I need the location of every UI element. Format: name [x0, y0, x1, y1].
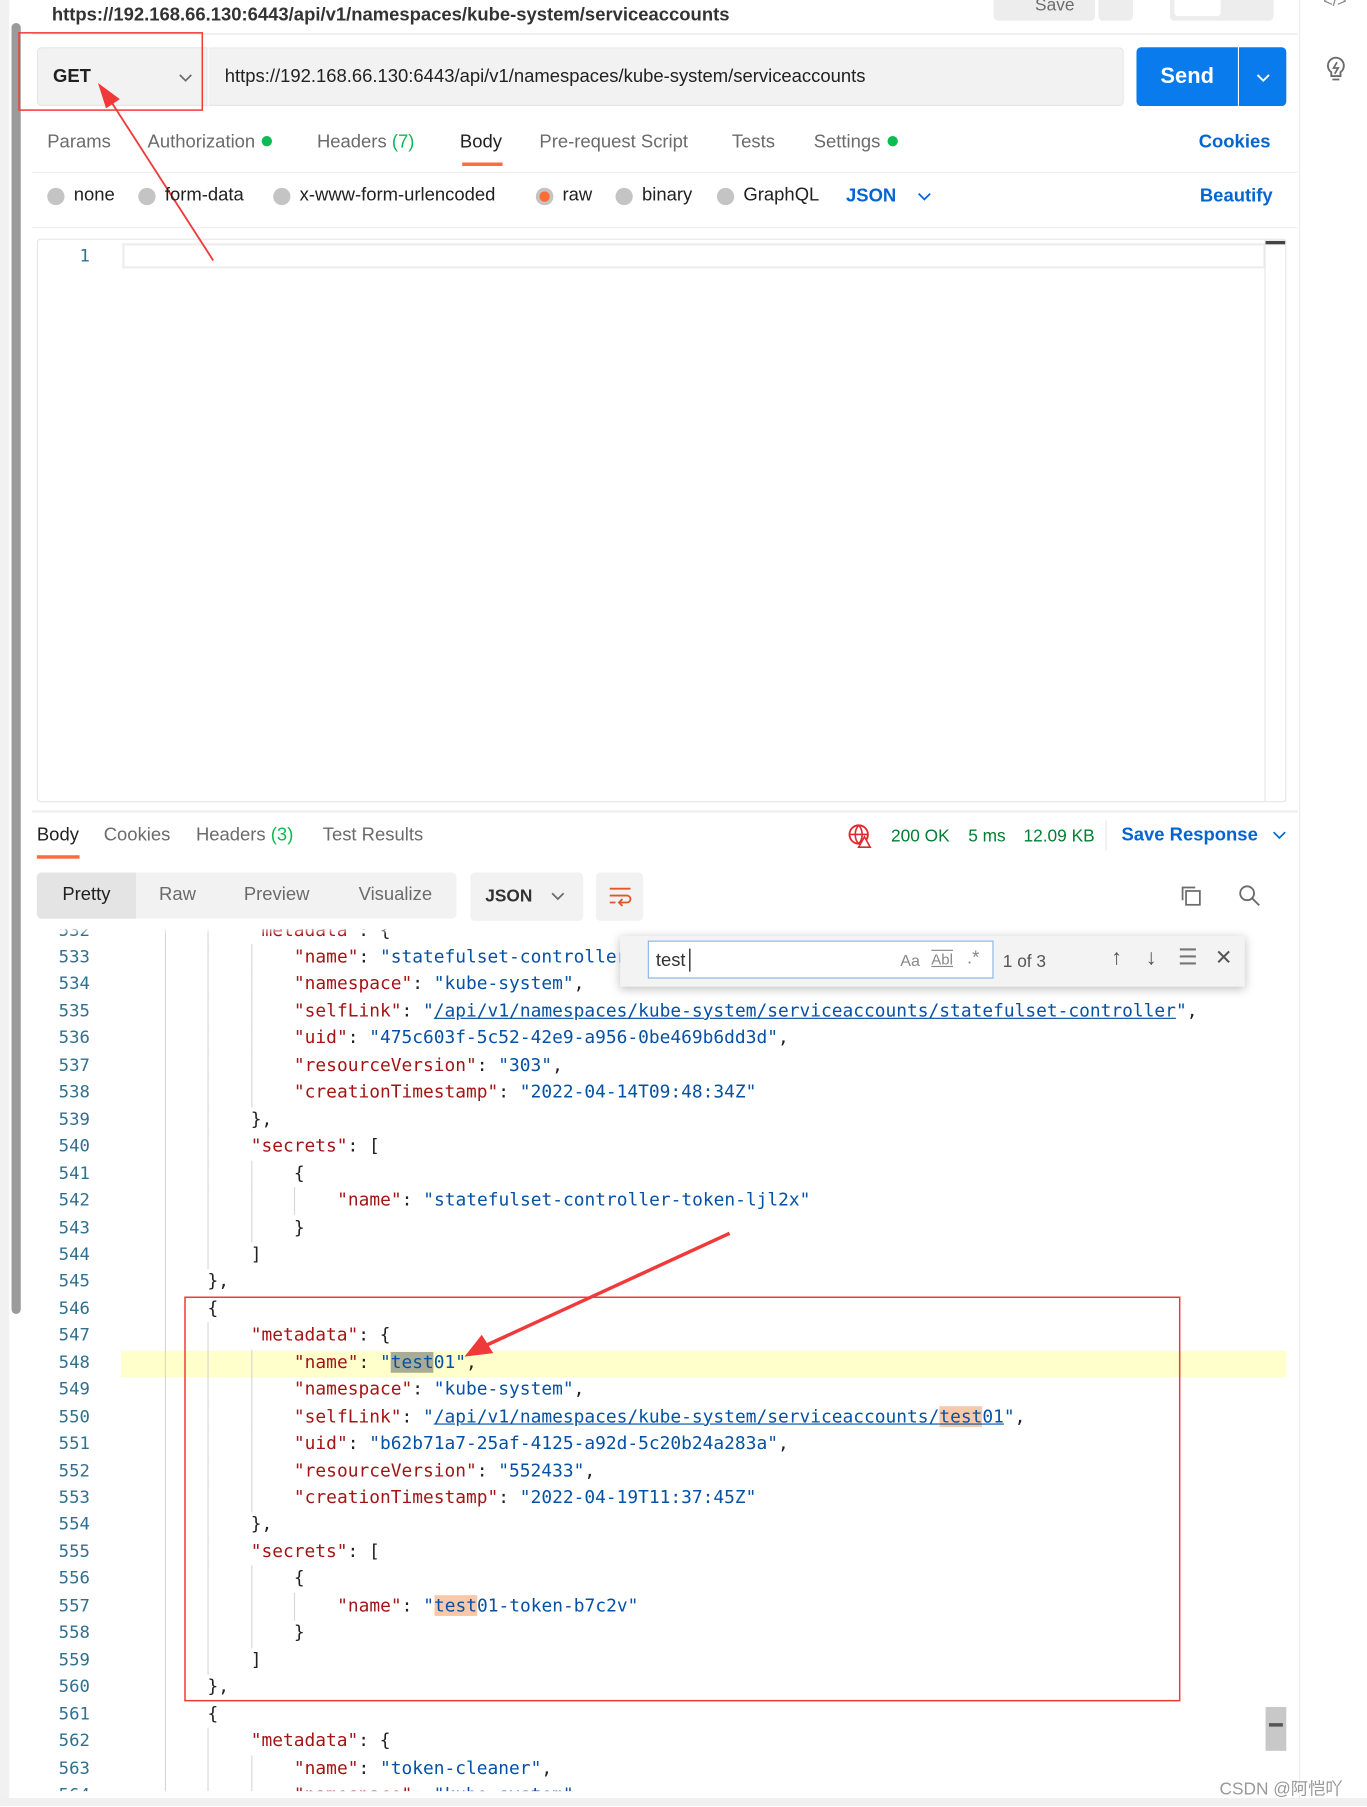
annotation-box-test01 — [184, 1296, 1181, 1702]
radio-none[interactable]: none — [47, 186, 115, 207]
response-tab-test-results[interactable]: Test Results — [323, 825, 423, 846]
view-mode-label: Visualize — [358, 885, 433, 905]
view-mode-preview[interactable]: Preview — [219, 873, 334, 919]
radio-GraphQL[interactable]: GraphQL — [716, 185, 820, 207]
view-mode-label: Preview — [243, 885, 310, 905]
response-tab-headers[interactable]: Headers (3) — [196, 825, 293, 846]
radio-x-www-form-urlencoded[interactable]: x-www-form-urlencoded — [273, 186, 495, 207]
tab-settings[interactable]: Settings — [814, 133, 898, 154]
view-mode-pretty[interactable]: Pretty — [36, 872, 137, 919]
radio-icon — [716, 187, 735, 205]
tab-label: Headers — [195, 825, 266, 845]
tab-label: Cookies — [103, 825, 171, 845]
view-mode-visualize[interactable]: Visualize — [334, 873, 456, 919]
tab-count: (3) — [270, 825, 294, 845]
tab-label: Body — [459, 132, 502, 153]
radio-label: GraphQL — [743, 185, 820, 206]
status-dot-icon — [887, 136, 898, 147]
radio-icon — [615, 187, 633, 205]
tab-tests[interactable]: Tests — [732, 133, 775, 154]
radio-label: none — [73, 185, 115, 206]
radio-raw[interactable]: raw — [535, 185, 593, 207]
tab-body[interactable]: Body — [460, 133, 502, 154]
tab-count: (7) — [391, 132, 415, 153]
radio-label: binary — [642, 185, 693, 206]
radio-binary[interactable]: binary — [615, 186, 692, 207]
tab-pre-request-script[interactable]: Pre-request Script — [539, 133, 688, 154]
tab-label: Params — [47, 132, 111, 153]
tab-params[interactable]: Params — [47, 133, 111, 154]
tab-authorization[interactable]: Authorization — [148, 133, 273, 154]
tab-label: Test Results — [322, 825, 424, 845]
view-mode-label: Raw — [159, 885, 196, 905]
radio-icon — [273, 187, 291, 205]
radio-label: x-www-form-urlencoded — [299, 185, 496, 206]
status-dot-icon — [262, 136, 273, 147]
response-tab-cookies[interactable]: Cookies — [104, 825, 171, 846]
view-mode-raw[interactable]: Raw — [136, 873, 219, 919]
tab-label: Pre-request Script — [539, 132, 689, 153]
tab-label: Tests — [731, 132, 775, 153]
radio-icon — [535, 187, 554, 205]
tab-label: Body — [36, 825, 79, 845]
tab-label: Settings — [813, 132, 881, 153]
radio-icon — [47, 187, 65, 205]
radio-label: raw — [562, 185, 593, 206]
radio-icon — [138, 187, 156, 205]
annotation-arrowhead — [97, 82, 120, 109]
annotation-arrow-test01 — [483, 1231, 731, 1348]
annotation-arrow-method — [108, 98, 215, 261]
tab-label: Authorization — [147, 132, 256, 153]
radio-label: form-data — [164, 185, 244, 206]
tab-headers[interactable]: Headers (7) — [317, 133, 414, 154]
radio-form-data[interactable]: form-data — [138, 185, 244, 207]
tab-label: Headers — [316, 132, 387, 153]
watermark: CSDN @阿恺吖 — [1219, 1779, 1343, 1800]
view-mode-label: Pretty — [62, 885, 111, 905]
response-tab-body[interactable]: Body — [37, 825, 79, 846]
postman-request-view: </> https://192.168.66.130:6443/api/v1/n… — [0, 0, 1367, 1807]
